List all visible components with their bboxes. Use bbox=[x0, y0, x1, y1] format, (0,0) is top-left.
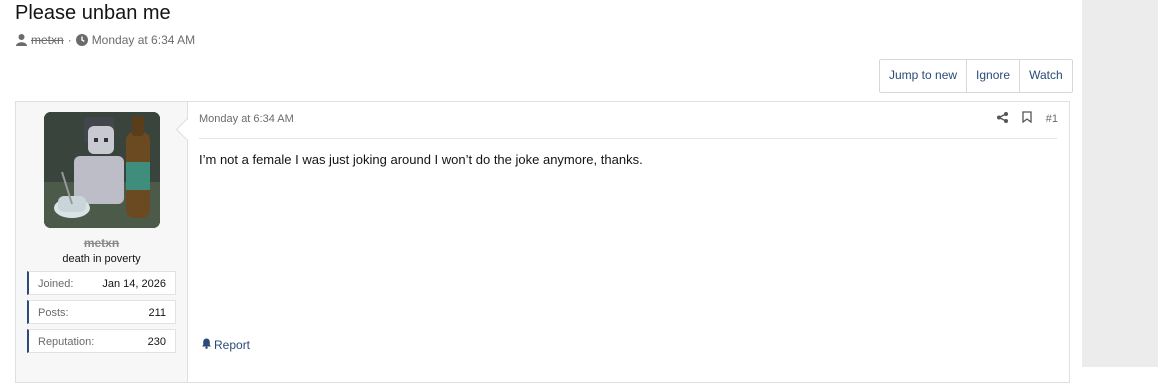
post-divider bbox=[199, 138, 1057, 139]
stat-value[interactable]: 211 bbox=[148, 307, 166, 319]
thread-action-bar: Jump to new Ignore Watch bbox=[879, 59, 1073, 93]
thread-meta: metxn · Monday at 6:34 AM bbox=[16, 33, 195, 47]
stat-label: Reputation: bbox=[38, 336, 95, 348]
thread-author-link[interactable]: metxn bbox=[31, 33, 64, 47]
message-user-cell: metxn death in poverty Joined: Jan 14, 2… bbox=[16, 102, 188, 382]
message-post: metxn death in poverty Joined: Jan 14, 2… bbox=[15, 101, 1070, 383]
post-user-title: death in poverty bbox=[62, 253, 141, 265]
post-number-link[interactable]: #1 bbox=[1046, 113, 1058, 125]
post-tools: #1 bbox=[996, 111, 1058, 126]
user-stat-joined: Joined: Jan 14, 2026 bbox=[27, 271, 176, 295]
user-stat-reputation: Reputation: 230 bbox=[27, 329, 176, 353]
share-icon[interactable] bbox=[996, 111, 1008, 126]
jump-to-new-button[interactable]: Jump to new bbox=[880, 60, 968, 92]
post-body: I’m not a female I was just joking aroun… bbox=[199, 152, 643, 167]
watch-button[interactable]: Watch bbox=[1020, 60, 1072, 92]
ignore-button[interactable]: Ignore bbox=[967, 60, 1021, 92]
stat-value: Jan 14, 2026 bbox=[102, 278, 166, 290]
report-label[interactable]: Report bbox=[214, 338, 250, 352]
page-title: Please unban me bbox=[15, 2, 171, 24]
avatar[interactable] bbox=[44, 112, 160, 228]
thread-date[interactable]: Monday at 6:34 AM bbox=[92, 33, 195, 47]
stat-label: Joined: bbox=[38, 278, 74, 290]
report-link[interactable]: Report bbox=[201, 338, 250, 352]
clock-icon bbox=[75, 34, 88, 46]
meta-separator: · bbox=[67, 33, 72, 47]
user-stat-posts: Posts: 211 bbox=[27, 300, 176, 324]
bell-icon bbox=[201, 338, 212, 352]
stat-value: 230 bbox=[147, 336, 166, 348]
post-username[interactable]: metxn bbox=[16, 236, 187, 250]
stat-label: Posts: bbox=[38, 307, 69, 319]
user-icon bbox=[16, 34, 27, 46]
right-sidebar bbox=[1082, 0, 1158, 367]
bookmark-icon[interactable] bbox=[1022, 111, 1032, 126]
post-date[interactable]: Monday at 6:34 AM bbox=[199, 113, 294, 125]
